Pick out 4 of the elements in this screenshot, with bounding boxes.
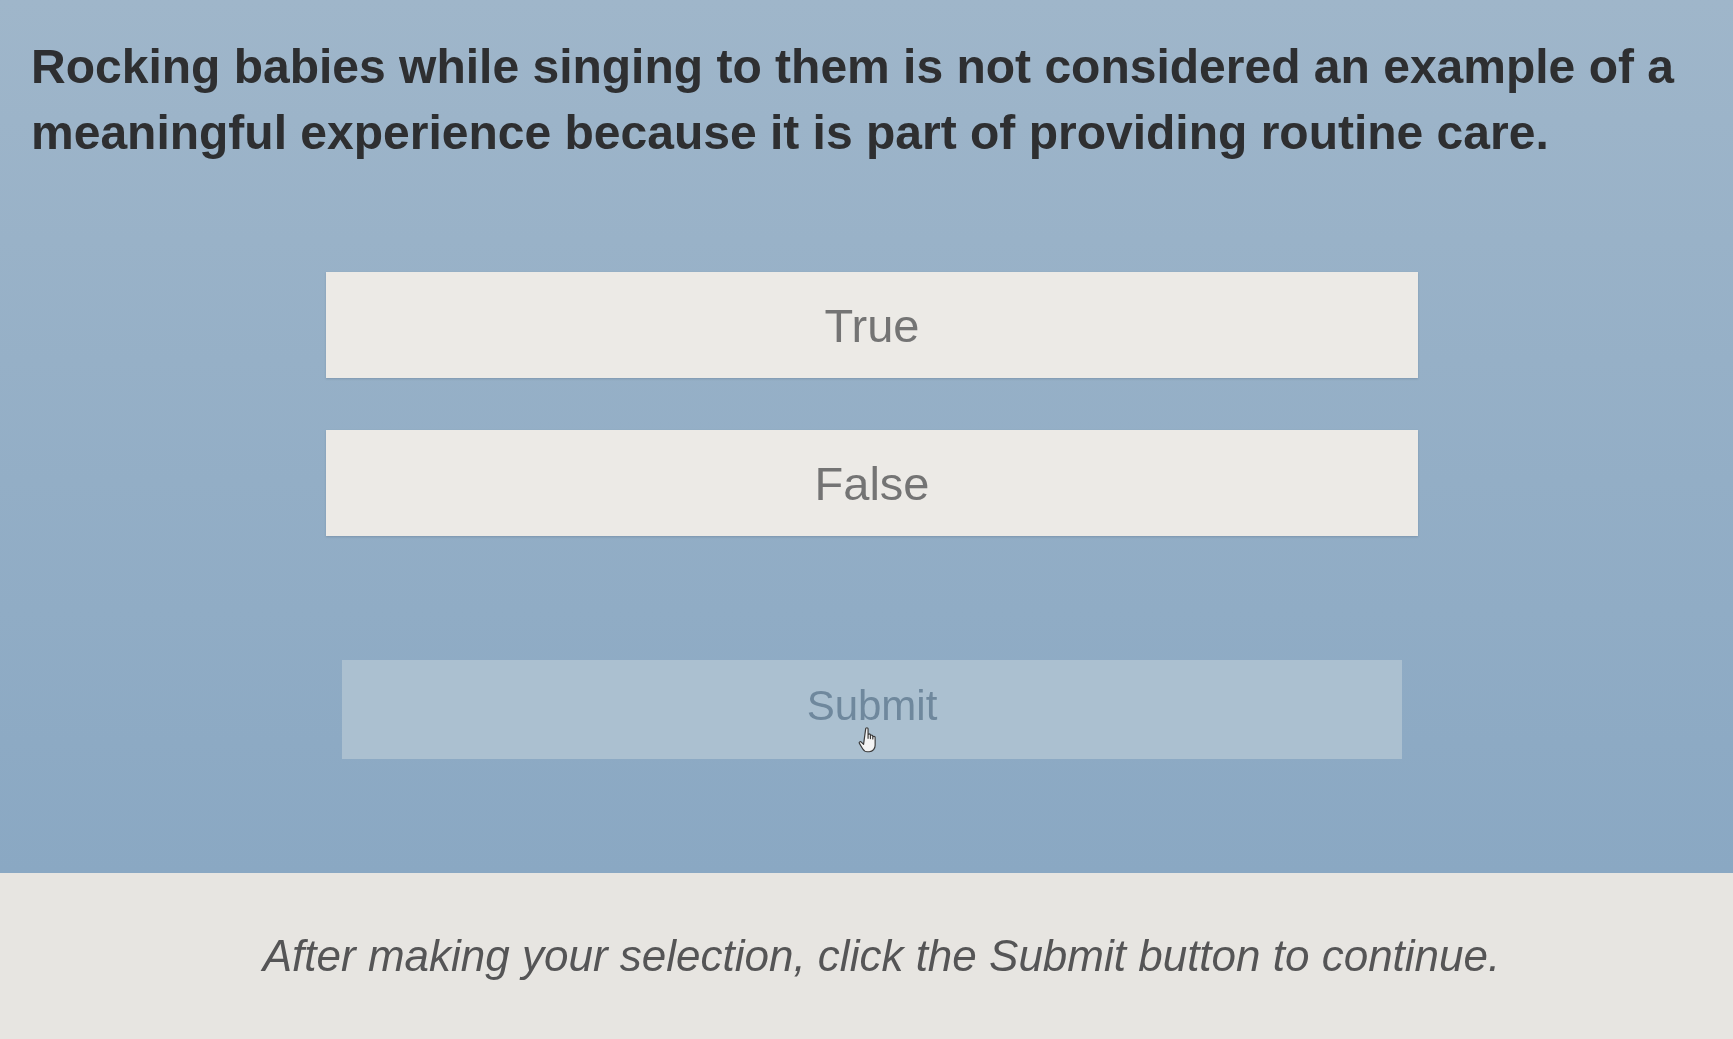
answer-option[interactable]: True: [326, 272, 1418, 378]
answer-option[interactable]: False: [326, 430, 1418, 536]
instruction-text: After making your selection, click the Submit button to continue.: [262, 931, 1501, 981]
question-text: Rocking babies while singing to them is not considered an example of a meaningful experience because it is part of providing routine care.: [31, 39, 1676, 161]
